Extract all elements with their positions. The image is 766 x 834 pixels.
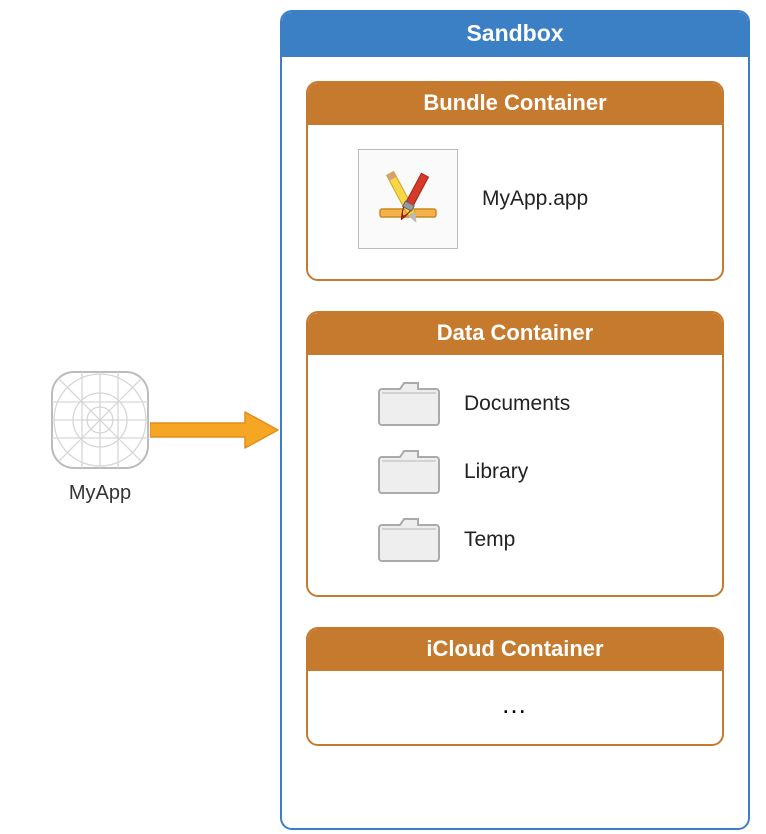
sandbox-title: Sandbox (282, 12, 748, 57)
library-row: Library (338, 447, 692, 497)
app-bundle-icon (358, 149, 458, 249)
documents-label: Documents (464, 392, 570, 416)
data-container: Data Container Documents (306, 311, 724, 597)
icloud-container: iCloud Container … (306, 627, 724, 746)
bundle-container-title: Bundle Container (308, 83, 722, 125)
library-label: Library (464, 460, 528, 484)
folder-icon (378, 515, 440, 565)
icloud-ellipsis: … (308, 671, 722, 744)
icloud-container-title: iCloud Container (308, 629, 722, 671)
sandbox-container: Sandbox Bundle Container (280, 10, 750, 830)
arrow-icon (150, 410, 280, 450)
data-container-title: Data Container (308, 313, 722, 355)
bundle-app-row: MyApp.app (338, 149, 692, 249)
source-app-label: MyApp (40, 482, 160, 505)
folder-icon (378, 379, 440, 429)
bundle-app-label: MyApp.app (482, 187, 588, 211)
folder-icon (378, 447, 440, 497)
temp-label: Temp (464, 528, 515, 552)
temp-row: Temp (338, 515, 692, 565)
documents-row: Documents (338, 379, 692, 429)
ios-app-template-icon (50, 370, 150, 470)
bundle-container: Bundle Container (306, 81, 724, 281)
source-app: MyApp (40, 370, 160, 505)
